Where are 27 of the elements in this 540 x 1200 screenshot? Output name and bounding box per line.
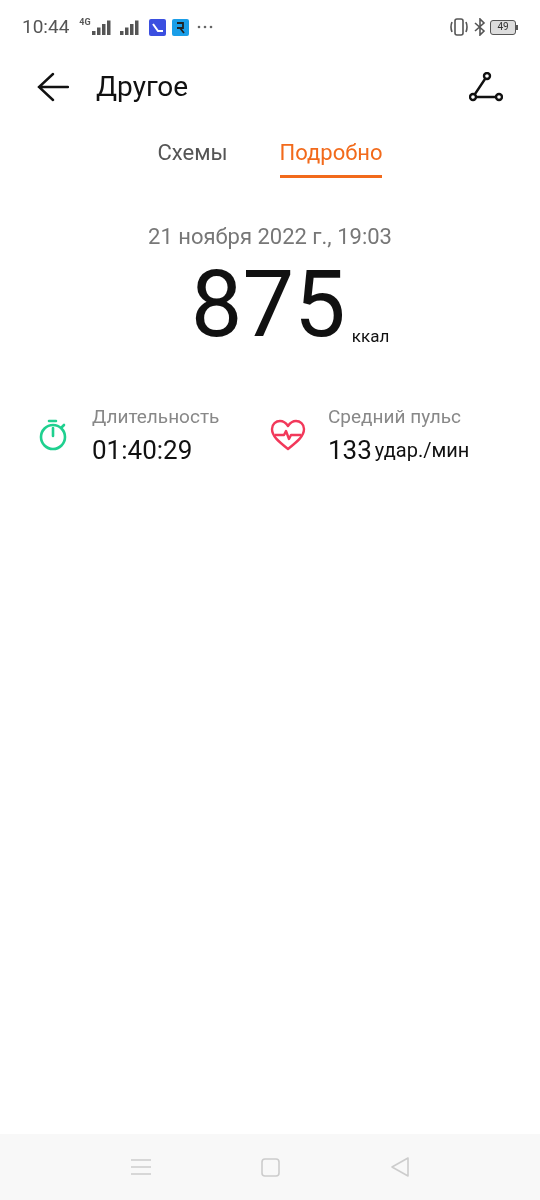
more-icon [196, 25, 213, 29]
page-title: Другое [96, 69, 189, 105]
back-arrow-icon [37, 72, 69, 102]
heart-pulse-icon [270, 418, 306, 451]
route-icon [469, 72, 503, 102]
vibrate-icon [448, 18, 470, 36]
network-type: 4G [79, 16, 91, 29]
status-time: 10:44 [22, 13, 70, 40]
calories-value: 875 [190, 259, 346, 351]
battery-icon: 49 [490, 19, 518, 35]
signal-icon [118, 19, 141, 35]
signal-icon [90, 19, 113, 35]
stat-unit: удар./мин [374, 437, 470, 464]
app-icon [148, 18, 166, 36]
bluetooth-icon [474, 18, 486, 36]
app-icon [171, 18, 189, 36]
stat-value: 01:40:29 [92, 433, 193, 466]
stat-label: Длительность [92, 404, 220, 430]
back-icon[interactable] [389, 1156, 410, 1178]
workout-datetime: 21 ноября 2022 г., 19:03 [148, 223, 392, 251]
stat-label: Средний пульс [328, 404, 462, 430]
back-button[interactable] [36, 70, 70, 104]
home-icon[interactable] [260, 1157, 280, 1177]
menu-icon[interactable] [130, 1158, 151, 1176]
calories-unit: ккал [351, 324, 390, 348]
tab[interactable]: Схемы [157, 136, 228, 178]
stat-value: 133 [328, 433, 372, 466]
